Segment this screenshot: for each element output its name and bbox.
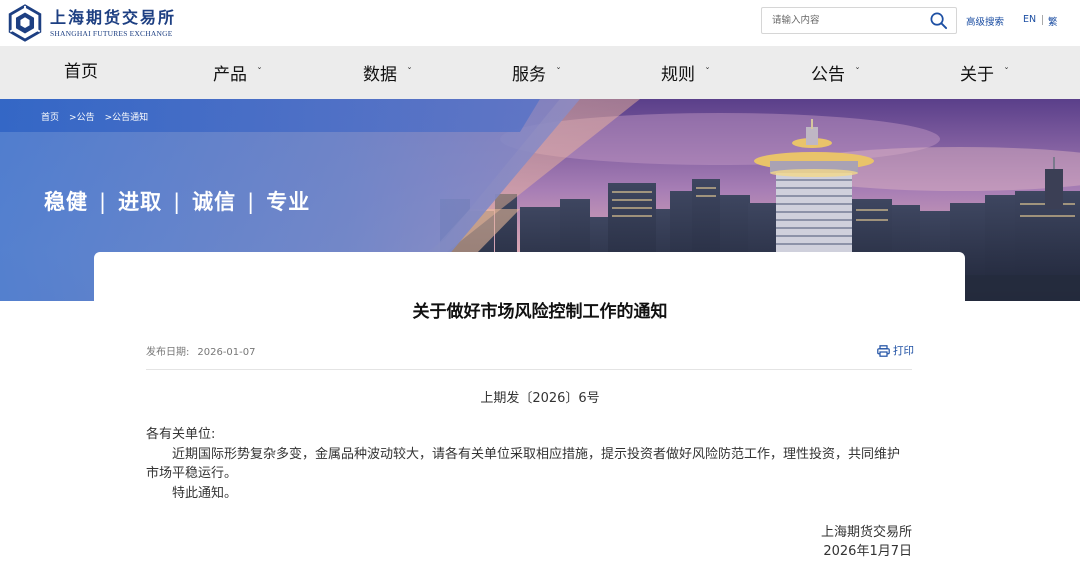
slogan-separator: | xyxy=(173,190,182,214)
nav-item-label: 产品 xyxy=(213,65,247,85)
print-label: 打印 xyxy=(893,345,914,357)
nav-item-label: 服务 xyxy=(512,65,546,85)
advanced-search-link[interactable]: 高级搜索 xyxy=(966,14,1004,28)
breadcrumb-separator: > xyxy=(69,113,77,123)
language-divider xyxy=(1042,15,1043,25)
publish-date: 2026-01-07 xyxy=(197,347,256,358)
chevron-down-icon: ˇ xyxy=(1004,67,1009,78)
chevron-down-icon: ˇ xyxy=(705,67,710,78)
chevron-down-icon: ˇ xyxy=(855,67,860,78)
site-logo[interactable]: 上海期货交易所 SHANGHAI FUTURES EXCHANGE xyxy=(6,4,176,42)
search-input[interactable] xyxy=(762,8,922,33)
language-english-link[interactable]: EN xyxy=(1023,14,1036,25)
nav-item-about[interactable]: 关于 ˇ xyxy=(960,46,1009,99)
slogan-separator: | xyxy=(99,190,108,214)
article-divider xyxy=(146,369,912,370)
nav-item-label: 规则 xyxy=(661,65,695,85)
nav-item-announcements[interactable]: 公告 ˇ xyxy=(811,46,860,99)
slogan-word: 专业 xyxy=(266,190,311,214)
chevron-down-icon: ˇ xyxy=(556,67,561,78)
breadcrumb-separator: > xyxy=(104,113,113,123)
site-header: 上海期货交易所 SHANGHAI FUTURES EXCHANGE 高级搜索 E… xyxy=(0,0,1080,46)
slogan-word: 进取 xyxy=(118,190,163,214)
slogan-word: 诚信 xyxy=(192,190,237,214)
slogan-word: 稳健 xyxy=(44,190,88,214)
body-paragraph: 近期国际形势复杂多变，金属品种波动较大，请各有关单位采取相应措施，提示投资者做好… xyxy=(146,446,901,482)
nav-item-label: 公告 xyxy=(811,65,845,85)
nav-item-data[interactable]: 数据 ˇ xyxy=(363,46,412,99)
printer-icon xyxy=(877,344,890,357)
chevron-down-icon: ˇ xyxy=(257,67,262,78)
print-button[interactable]: 打印 xyxy=(877,343,914,358)
logo-english-name: SHANGHAI FUTURES EXCHANGE xyxy=(50,28,173,38)
nav-item-label: 关于 xyxy=(960,65,994,85)
article-meta: 发布日期: 2026-01-07 xyxy=(146,343,256,358)
salutation: 各有关单位: xyxy=(146,427,216,442)
logo-chinese-name: 上海期货交易所 xyxy=(50,7,177,27)
signature-organization: 上海期货交易所 xyxy=(820,525,912,540)
nav-item-label: 数据 xyxy=(363,65,397,85)
search-icon[interactable] xyxy=(929,11,948,30)
chevron-down-icon: ˇ xyxy=(407,67,412,78)
shfe-logo-icon xyxy=(8,4,42,42)
nav-item-home[interactable]: 首页 xyxy=(64,46,98,99)
nav-item-products[interactable]: 产品 ˇ xyxy=(213,46,262,99)
logo-text: 上海期货交易所 SHANGHAI FUTURES EXCHANGE xyxy=(50,8,176,39)
breadcrumb-announcements[interactable]: 公告 xyxy=(77,113,95,123)
breadcrumb-notices[interactable]: 公告通知 xyxy=(112,113,148,123)
search-box xyxy=(761,7,957,34)
breadcrumb: 首页 >公告 >公告通知 xyxy=(41,110,148,123)
publish-date-label: 发布日期: xyxy=(146,347,190,358)
article-title: 关于做好市场风险控制工作的通知 xyxy=(412,302,668,322)
language-traditional-link[interactable]: 繁 xyxy=(1048,14,1058,28)
nav-item-label: 首页 xyxy=(64,62,98,82)
signature-date: 2026年1月7日 xyxy=(823,544,912,559)
article-body: 各有关单位: 近期国际形势复杂多变，金属品种波动较大，请各有关单位采取相应措施，… xyxy=(146,425,912,503)
document-number: 上期发〔2026〕6号 xyxy=(480,391,600,406)
banner-slogan: 稳健 | 进取 | 诚信 | 专业 xyxy=(44,186,310,216)
nav-item-services[interactable]: 服务 ˇ xyxy=(512,46,561,99)
breadcrumb-home[interactable]: 首页 xyxy=(41,113,59,123)
slogan-separator: | xyxy=(247,190,256,214)
nav-item-rules[interactable]: 规则 ˇ xyxy=(661,46,710,99)
main-nav: 首页 产品 ˇ 数据 ˇ 服务 ˇ 规则 ˇ 公告 ˇ 关于 ˇ xyxy=(0,46,1080,99)
body-paragraph: 特此通知。 xyxy=(172,485,238,501)
